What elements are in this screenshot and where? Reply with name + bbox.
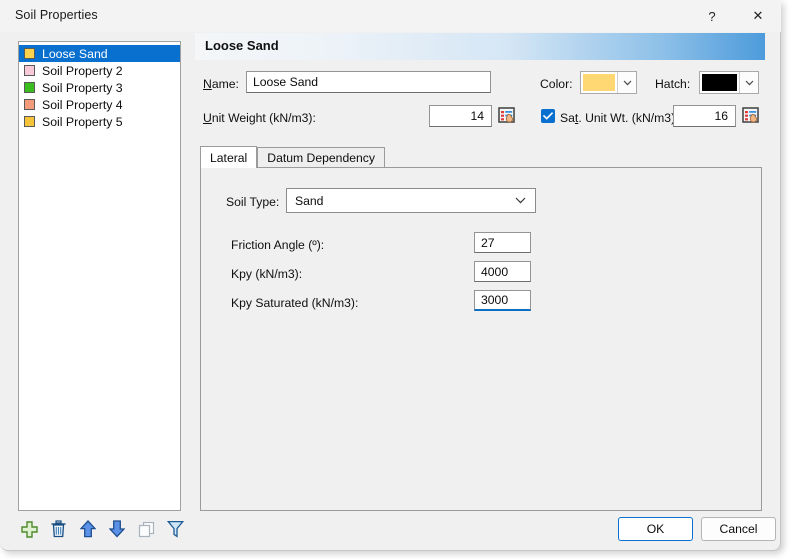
move-down-icon: [109, 520, 125, 538]
color-combobox[interactable]: [580, 71, 637, 94]
screen: Soil Properties ? ✕ Loose Sand Soil Prop…: [0, 0, 795, 559]
ok-button-label: OK: [647, 522, 665, 536]
friction-angle-value: 27: [481, 236, 495, 250]
title-bar: Soil Properties ? ✕: [0, 0, 781, 32]
tab-lateral[interactable]: Lateral: [200, 146, 257, 168]
soil-properties-dialog: Soil Properties ? ✕ Loose Sand Soil Prop…: [0, 0, 781, 551]
list-item-label: Soil Property 5: [42, 115, 123, 129]
move-up-button[interactable]: [79, 519, 97, 539]
color-label: Color:: [540, 77, 573, 91]
list-item[interactable]: Loose Sand: [19, 45, 180, 62]
list-toolbar: [20, 516, 185, 542]
list-item-label: Soil Property 2: [42, 64, 123, 78]
add-button[interactable]: [20, 519, 38, 539]
soil-type-label: Soil Type:: [226, 195, 279, 209]
list-item[interactable]: Soil Property 5: [19, 113, 180, 130]
tab-lateral-label: Lateral: [210, 151, 247, 165]
cancel-button-label: Cancel: [720, 522, 758, 536]
cancel-button[interactable]: Cancel: [701, 517, 776, 541]
panel-header-title: Loose Sand: [205, 38, 279, 53]
list-item[interactable]: Soil Property 3: [19, 79, 180, 96]
question-mark-icon: ?: [708, 9, 715, 24]
color-swatch: [24, 65, 35, 76]
unit-weight-input[interactable]: 14: [429, 105, 492, 127]
list-item[interactable]: Soil Property 4: [19, 96, 180, 113]
chevron-down-icon: [623, 80, 632, 86]
unit-weight-label-rest: nit Weight (kN/m3):: [212, 111, 316, 125]
color-preview-swatch: [583, 74, 615, 91]
color-dropdown-arrow[interactable]: [617, 72, 636, 93]
filter-icon: [167, 520, 184, 538]
move-down-button[interactable]: [108, 519, 126, 539]
sat-unit-weight-value: 16: [714, 109, 728, 123]
soil-detail-panel: Loose Sand Name: Loose Sand Color: Ha: [195, 33, 765, 511]
close-icon: ✕: [753, 8, 764, 24]
check-icon: [543, 112, 553, 120]
tab-datum-dependency[interactable]: Datum Dependency: [257, 147, 385, 168]
help-button[interactable]: ?: [689, 0, 735, 32]
sat-unit-weight-input[interactable]: 16: [673, 105, 736, 127]
friction-angle-label: Friction Angle (º):: [231, 238, 324, 252]
active-tab-joint: [201, 166, 254, 168]
duplicate-icon: [138, 521, 155, 538]
soil-type-dropdown-arrow[interactable]: [515, 189, 526, 212]
color-swatch: [24, 82, 35, 93]
unit-weight-value: 14: [470, 109, 484, 123]
list-item-label: Soil Property 4: [42, 98, 123, 112]
table-picker-icon: [742, 107, 760, 124]
kpy-label: Kpy (kN/m3):: [231, 267, 302, 281]
name-label: Name:: [203, 77, 239, 91]
chevron-down-icon: [515, 197, 526, 204]
list-items-container: Loose Sand Soil Property 2 Soil Property…: [19, 42, 180, 130]
list-item[interactable]: Soil Property 2: [19, 62, 180, 79]
lateral-tab-panel: Soil Type: Sand Friction Angle (º): 27 K…: [200, 167, 762, 511]
list-item-label: Loose Sand: [42, 47, 108, 61]
hatch-combobox[interactable]: [699, 71, 759, 94]
name-input[interactable]: Loose Sand: [246, 71, 491, 93]
sat-unit-weight-checkbox[interactable]: [541, 109, 555, 123]
duplicate-button[interactable]: [137, 519, 155, 539]
name-label-rest: ame:: [212, 77, 239, 91]
color-swatch: [24, 116, 35, 127]
color-swatch: [24, 48, 35, 59]
soil-properties-list[interactable]: Loose Sand Soil Property 2 Soil Property…: [18, 41, 181, 511]
hatch-preview-swatch: [702, 74, 737, 91]
window-title: Soil Properties: [15, 8, 98, 22]
delete-button[interactable]: [49, 519, 67, 539]
move-up-icon: [80, 520, 96, 538]
soil-type-value: Sand: [295, 194, 323, 208]
kpy-saturated-input[interactable]: 3000: [474, 290, 531, 311]
tab-datum-dependency-label: Datum Dependency: [267, 151, 375, 165]
delete-icon: [50, 520, 67, 538]
sat-unit-weight-label-b: . Unit Wt. (kN/m3):: [578, 111, 678, 125]
kpy-saturated-value: 3000: [481, 293, 508, 307]
table-picker-icon: [498, 107, 516, 124]
sat-unit-weight-label-a: Sa: [560, 111, 575, 125]
kpy-input[interactable]: 4000: [474, 261, 531, 282]
name-input-value: Loose Sand: [253, 75, 318, 89]
ok-button[interactable]: OK: [618, 517, 693, 541]
soil-type-select[interactable]: Sand: [286, 188, 536, 213]
add-icon: [21, 521, 38, 538]
kpy-value: 4000: [481, 265, 508, 279]
color-swatch: [24, 99, 35, 110]
unit-weight-picker-button[interactable]: [497, 106, 517, 125]
unit-weight-label: Unit Weight (kN/m3):: [203, 111, 316, 125]
chevron-down-icon: [745, 80, 754, 86]
close-button[interactable]: ✕: [735, 0, 781, 32]
friction-angle-input[interactable]: 27: [474, 232, 531, 253]
kpy-saturated-label: Kpy Saturated (kN/m3):: [231, 296, 358, 310]
hatch-label: Hatch:: [655, 77, 690, 91]
filter-button[interactable]: [167, 519, 185, 539]
tab-strip: Lateral Datum Dependency: [200, 146, 385, 168]
hatch-dropdown-arrow[interactable]: [739, 72, 758, 93]
sat-unit-weight-label: Sat. Unit Wt. (kN/m3):: [560, 111, 679, 125]
list-item-label: Soil Property 3: [42, 81, 123, 95]
sat-unit-weight-picker-button[interactable]: [741, 106, 761, 125]
panel-header: Loose Sand: [195, 33, 765, 60]
